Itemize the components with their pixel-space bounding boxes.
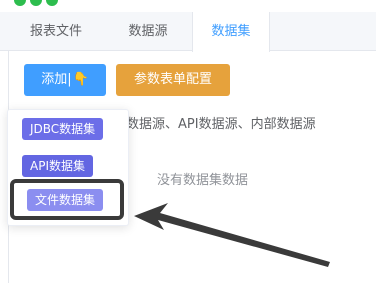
screen: 报表文件 数据源 数据集 添加|👇 参数表单配置 数据源、API数据源、内部数据… — [0, 0, 376, 283]
annotation-arrow-icon — [134, 203, 330, 267]
